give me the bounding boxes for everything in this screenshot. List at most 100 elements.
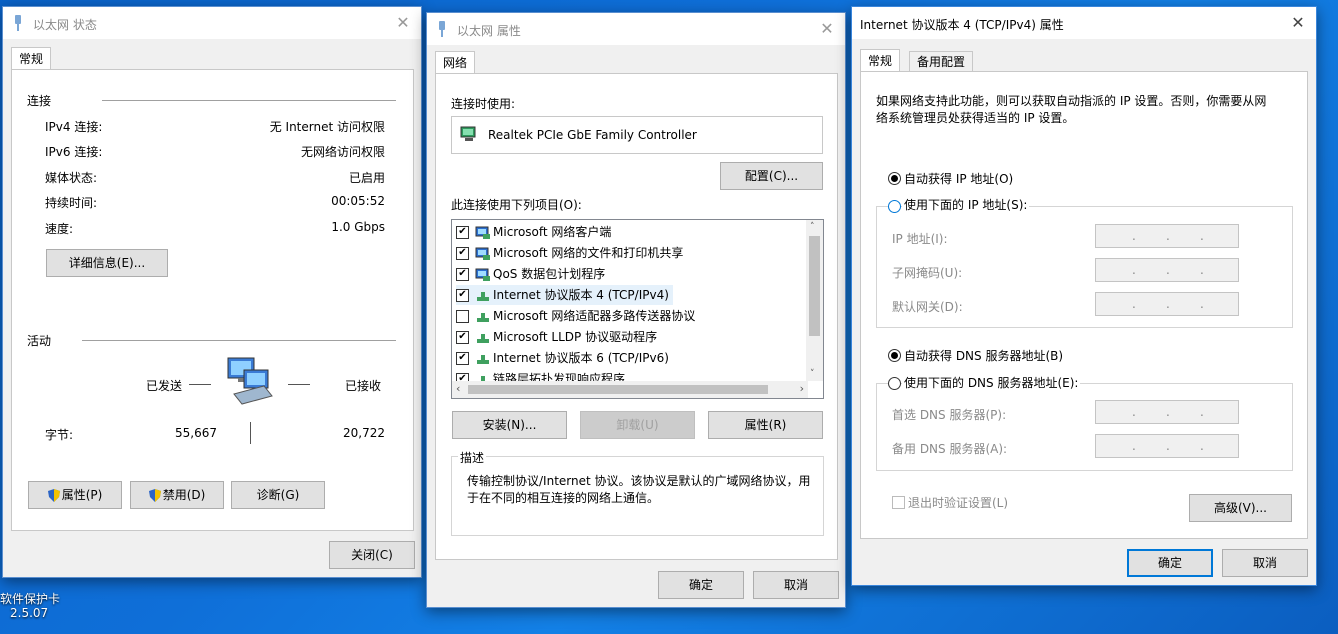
network-adapter-icon: [460, 126, 476, 141]
scroll-left-icon[interactable]: ‹: [456, 382, 460, 395]
scrollbar-thumb[interactable]: [468, 385, 768, 394]
checkbox[interactable]: ✔: [456, 352, 469, 365]
properties-button[interactable]: 属性(P): [28, 481, 122, 509]
shield-icon: [148, 489, 161, 502]
description-group: 描述 传输控制协议/Internet 协议。该协议是默认的广域网络协议，用 于在…: [451, 449, 824, 536]
window-title: 以太网 属性: [457, 24, 521, 38]
scroll-right-icon[interactable]: ›: [800, 382, 804, 395]
shield-icon: [47, 489, 60, 502]
install-button[interactable]: 安装(N)...: [452, 411, 567, 439]
list-item[interactable]: ✔ Microsoft 网络的文件和打印机共享: [456, 243, 683, 263]
subnet-mask-field: ...: [1095, 258, 1239, 282]
desktop-icon-label[interactable]: 软件保护卡: [0, 590, 60, 607]
manual-dns-radio[interactable]: [888, 377, 901, 390]
protocol-icon: [477, 312, 489, 322]
checkbox[interactable]: [456, 310, 469, 323]
ok-button[interactable]: 确定: [658, 571, 744, 599]
ipv4-properties-window: Internet 协议版本 4 (TCP/IPv4) 属性 ✕ 常规 备用配置 …: [851, 6, 1317, 586]
vertical-scrollbar[interactable]: ˄ ˅: [806, 220, 823, 381]
list-item-selected[interactable]: ✔ Internet 协议版本 4 (TCP/IPv4): [456, 285, 673, 305]
list-item[interactable]: ✔ Microsoft LLDP 协议驱动程序: [456, 327, 657, 347]
scroll-down-icon[interactable]: ˅: [810, 369, 815, 379]
duration-value: 00:05:52: [331, 194, 385, 208]
ok-button[interactable]: 确定: [1127, 549, 1213, 577]
checkbox[interactable]: ✔: [456, 247, 469, 260]
close-icon[interactable]: ✕: [1288, 13, 1308, 33]
auto-ip-label[interactable]: 自动获得 IP 地址(O): [904, 170, 1013, 187]
description-line-1: 传输控制协议/Internet 协议。该协议是默认的广域网络协议，用: [467, 474, 811, 488]
item-label: QoS 数据包计划程序: [493, 267, 606, 281]
window-title: Internet 协议版本 4 (TCP/IPv4) 属性: [860, 18, 1064, 32]
item-label: Microsoft 网络的文件和打印机共享: [493, 246, 684, 260]
speed-value: 1.0 Gbps: [331, 220, 385, 234]
list-item[interactable]: Microsoft 网络适配器多路传送器协议: [456, 306, 695, 326]
auto-dns-radio[interactable]: [888, 349, 901, 362]
tab-alternate-configuration[interactable]: 备用配置: [909, 51, 974, 71]
auto-ip-radio[interactable]: [888, 172, 901, 185]
bytes-divider: [250, 422, 251, 444]
tab-networking[interactable]: 网络: [435, 51, 476, 73]
checkbox[interactable]: ✔: [456, 226, 469, 239]
list-item[interactable]: ✔ QoS 数据包计划程序: [456, 264, 605, 284]
intro-line-2: 络系统管理员处获得适当的 IP 设置。: [876, 111, 1075, 125]
preferred-dns-field: ...: [1095, 400, 1239, 424]
components-list[interactable]: ✔ Microsoft 网络客户端 ✔ Microsoft 网络的文件和打印机共享 …: [451, 219, 824, 399]
close-icon[interactable]: ✕: [817, 19, 837, 39]
section-connection: 连接: [27, 94, 52, 108]
title-bar[interactable]: 以太网 状态 ✕: [3, 7, 421, 39]
network-client-icon: [475, 268, 490, 281]
auto-dns-label[interactable]: 自动获得 DNS 服务器地址(B): [904, 347, 1063, 364]
list-item[interactable]: ✔ Internet 协议版本 6 (TCP/IPv6): [456, 348, 669, 368]
cancel-button[interactable]: 取消: [1222, 549, 1308, 577]
checkbox[interactable]: ✔: [456, 289, 469, 302]
network-client-icon: [475, 226, 490, 239]
manual-dns-label[interactable]: 使用下面的 DNS 服务器地址(E):: [902, 374, 1081, 391]
description-line-2: 于在不同的相互连接的网络上通信。: [467, 491, 660, 505]
list-item[interactable]: ✔ Microsoft 网络客户端: [456, 222, 611, 242]
cancel-button[interactable]: 取消: [753, 571, 839, 599]
item-label: Microsoft 网络适配器多路传送器协议: [493, 309, 696, 323]
bytes-sent-value: 55,667: [175, 426, 217, 440]
properties-button[interactable]: 属性(R): [708, 411, 823, 439]
network-computers-icon: [227, 357, 273, 405]
media-state-value: 已启用: [348, 171, 385, 185]
title-bar[interactable]: 以太网 属性 ✕: [427, 13, 845, 45]
disable-button[interactable]: 禁用(D): [130, 481, 224, 509]
ipv6-value: 无网络访问权限: [300, 145, 385, 159]
checkbox[interactable]: ✔: [456, 268, 469, 281]
diagnose-button[interactable]: 诊断(G): [231, 481, 325, 509]
items-label: 此连接使用下列项目(O):: [451, 198, 582, 212]
scroll-up-icon[interactable]: ˄: [810, 222, 815, 232]
configure-button[interactable]: 配置(C)...: [720, 162, 823, 190]
disable-button-label: 禁用(D): [162, 488, 206, 502]
media-state-label: 媒体状态:: [45, 171, 98, 185]
tab-general[interactable]: 常规: [11, 47, 52, 69]
protocol-icon: [477, 333, 489, 343]
general-panel: 连接 IPv4 连接: 无 Internet 访问权限 IPv6 连接: 无网络…: [11, 69, 414, 531]
tab-general[interactable]: 常规: [860, 49, 901, 71]
checkbox[interactable]: ✔: [456, 331, 469, 344]
close-button[interactable]: 关闭(C): [329, 541, 415, 569]
item-label: Internet 协议版本 6 (TCP/IPv6): [493, 351, 669, 365]
scrollbar-thumb[interactable]: [809, 236, 820, 336]
validate-checkbox: [892, 496, 905, 509]
close-icon[interactable]: ✕: [393, 13, 413, 33]
network-client-icon: [475, 247, 490, 260]
window-title: 以太网 状态: [33, 18, 97, 32]
details-button[interactable]: 详细信息(E)...: [46, 249, 168, 277]
adapter-name: Realtek PCIe GbE Family Controller: [488, 128, 697, 142]
alternate-dns-label: 备用 DNS 服务器(A):: [892, 442, 1008, 456]
list-item[interactable]: ✔ 链路层拓扑发现响应程序: [456, 369, 625, 381]
desktop-icon-version: 2.5.07: [10, 606, 49, 620]
received-label: 已接收: [345, 379, 382, 393]
advanced-button[interactable]: 高级(V)...: [1189, 494, 1292, 522]
title-bar[interactable]: Internet 协议版本 4 (TCP/IPv4) 属性 ✕: [852, 7, 1316, 39]
alternate-dns-field: ...: [1095, 434, 1239, 458]
item-label: Microsoft LLDP 协议驱动程序: [493, 330, 658, 344]
general-panel: 如果网络支持此功能，则可以获取自动指派的 IP 设置。否则，你需要从网 络系统管…: [860, 71, 1308, 539]
horizontal-scrollbar[interactable]: ‹ ›: [452, 381, 808, 398]
manual-ip-label[interactable]: 使用下面的 IP 地址(S):: [902, 196, 1030, 213]
ip-address-label: IP 地址(I):: [892, 232, 948, 246]
checkbox[interactable]: ✔: [456, 373, 469, 381]
manual-ip-radio[interactable]: [888, 200, 901, 213]
